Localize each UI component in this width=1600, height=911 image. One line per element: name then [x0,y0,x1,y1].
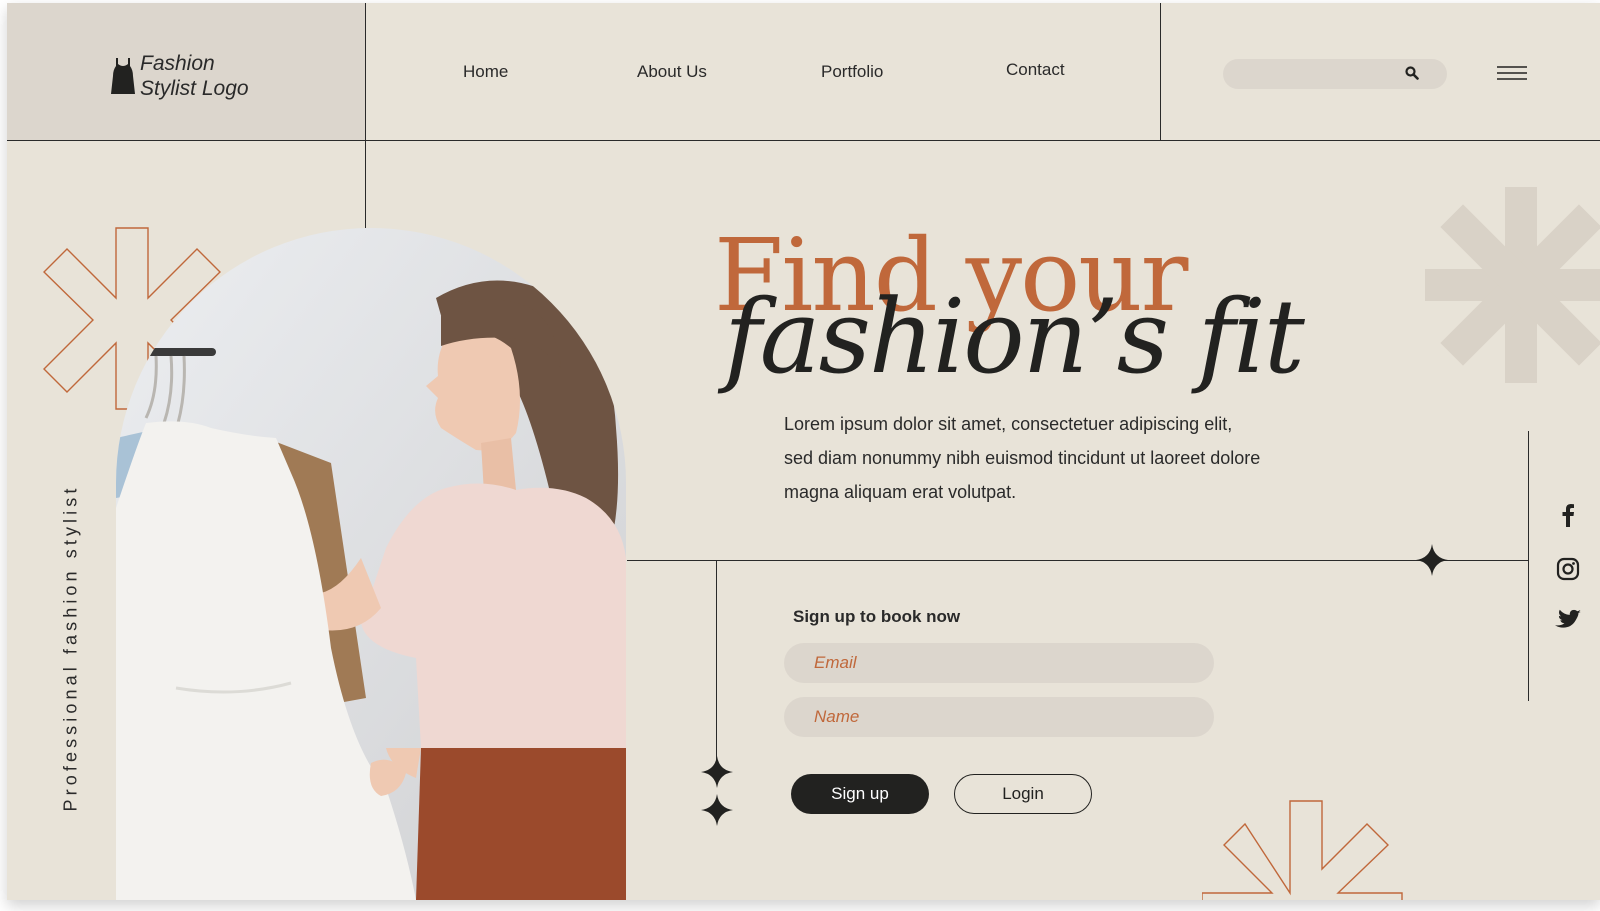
login-button[interactable]: Login [954,774,1092,814]
name-field[interactable] [784,697,1214,737]
headline-line-2: fashion’s fit [724,278,1305,397]
sparkle-icon [701,794,733,826]
nav-about-us[interactable]: About Us [637,62,707,82]
divider-line [627,560,1529,561]
divider-line [1160,3,1161,140]
divider-line [1528,431,1529,701]
asterisk-outline-icon [1202,800,1403,900]
search-icon[interactable] [1405,66,1419,80]
nav-portfolio[interactable]: Portfolio [821,62,883,82]
logo-text[interactable]: Fashion Stylist Logo [140,51,300,101]
nav-contact[interactable]: Contact [1006,60,1065,80]
signup-title: Sign up to book now [793,607,961,626]
logo-line-2: Stylist Logo [140,77,249,100]
divider-line [365,3,366,228]
signup-button[interactable]: Sign up [791,774,929,814]
instagram-icon[interactable] [1556,557,1580,581]
landing-page: Fashion Stylist Logo Home About Us Portf… [7,3,1600,900]
sparkle-icon [1416,544,1448,576]
hero-paragraph-line: magna aliquam erat volutpat. [784,482,1017,502]
sparkle-icon [701,756,733,788]
hero-paragraph-line: Lorem ipsum dolor sit amet, consectetuer… [784,414,1233,434]
header-bottom-line [7,140,1600,141]
hero-paragraph-line: sed diam nonummy nibh euismod tincidunt … [784,448,1261,468]
hamburger-menu-icon[interactable] [1497,65,1527,81]
twitter-icon[interactable] [1555,609,1581,631]
email-field[interactable] [784,643,1214,683]
logo-line-1: Fashion [140,52,215,75]
divider-line [716,560,717,770]
asterisk-solid-icon [1425,187,1600,383]
facebook-icon[interactable] [1561,503,1575,527]
dress-logo-icon [111,58,135,94]
side-tagline: Professional fashion stylist [60,484,81,812]
hero-photo [116,228,626,900]
nav-home[interactable]: Home [463,62,508,82]
